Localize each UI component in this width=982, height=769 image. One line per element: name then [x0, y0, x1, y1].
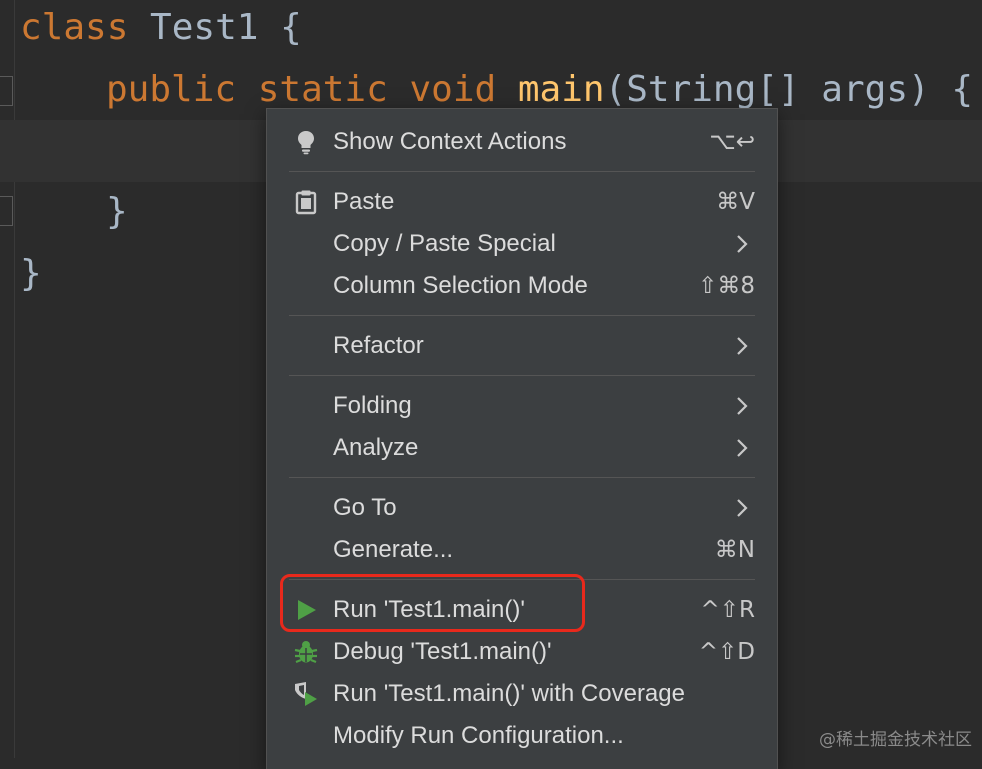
menu-item-debug[interactable]: Debug 'Test1.main()' ^⇧D	[267, 631, 777, 673]
red-highlight-annotation	[280, 574, 585, 632]
menu-item-generate[interactable]: Generate... ⌘N	[267, 529, 777, 571]
method-name: main	[518, 69, 605, 110]
menu-item-shortcut: ⌘N	[715, 535, 755, 565]
debug-bug-icon	[293, 639, 319, 665]
code-line-close-method[interactable]: }	[106, 192, 128, 232]
menu-item-shortcut: ⇧⌘8	[698, 271, 755, 301]
menu-item-show-context-actions[interactable]: Show Context Actions ⌥↩	[267, 121, 777, 163]
menu-separator	[289, 171, 755, 172]
menu-item-label: Copy / Paste Special	[333, 229, 556, 259]
menu-item-label: Run 'Test1.main()' with Coverage	[333, 679, 685, 709]
keyword-void: void	[409, 69, 496, 110]
menu-item-shortcut: ⌥↩	[709, 127, 755, 157]
menu-item-label: Folding	[333, 391, 412, 421]
menu-item-modify-run-configuration[interactable]: Modify Run Configuration...	[267, 715, 777, 757]
keyword-static: static	[258, 69, 388, 110]
keyword-class: class	[20, 7, 128, 48]
menu-item-label: Column Selection Mode	[333, 271, 588, 301]
chevron-right-icon	[731, 497, 753, 519]
lightbulb-icon	[293, 129, 319, 155]
gutter-line	[14, 0, 15, 758]
menu-item-folding[interactable]: Folding	[267, 385, 777, 427]
menu-item-run-with-coverage[interactable]: Run 'Test1.main()' with Coverage	[267, 673, 777, 715]
menu-item-label: Generate...	[333, 535, 453, 565]
menu-item-shortcut: ⌘V	[716, 187, 755, 217]
menu-item-column-selection-mode[interactable]: Column Selection Mode ⇧⌘8	[267, 265, 777, 307]
menu-item-label: Modify Run Configuration...	[333, 721, 624, 751]
menu-item-paste[interactable]: Paste ⌘V	[267, 181, 777, 223]
code-line-class[interactable]: class Test1 {	[20, 8, 302, 48]
menu-separator	[289, 477, 755, 478]
code-line-close-class[interactable]: }	[20, 254, 42, 294]
context-menu: Show Context Actions ⌥↩ Paste ⌘V Copy / …	[266, 108, 778, 769]
menu-item-go-to[interactable]: Go To	[267, 487, 777, 529]
code-line-main[interactable]: public static void main(String[] args) {	[106, 70, 973, 110]
chevron-right-icon	[731, 437, 753, 459]
clipboard-icon	[293, 189, 319, 215]
keyword-public: public	[106, 69, 236, 110]
menu-item-label: Debug 'Test1.main()'	[333, 637, 552, 667]
class-name: Test1 {	[128, 7, 301, 48]
menu-item-analyze[interactable]: Analyze	[267, 427, 777, 469]
menu-separator	[289, 375, 755, 376]
menu-item-shortcut: ^⇧R	[700, 595, 755, 625]
menu-item-copy-paste-special[interactable]: Copy / Paste Special	[267, 223, 777, 265]
menu-item-label: Show Context Actions	[333, 127, 566, 157]
menu-item-label: Analyze	[333, 433, 418, 463]
menu-separator	[289, 315, 755, 316]
chevron-right-icon	[731, 233, 753, 255]
menu-item-refactor[interactable]: Refactor	[267, 325, 777, 367]
coverage-icon	[293, 681, 319, 707]
method-signature: (String[] args) {	[605, 69, 973, 110]
menu-item-shortcut: ^⇧D	[699, 637, 755, 667]
chevron-right-icon	[731, 335, 753, 357]
chevron-right-icon	[731, 395, 753, 417]
fold-marker-method[interactable]	[0, 76, 13, 106]
fold-marker-method-end[interactable]	[0, 196, 13, 226]
menu-item-label: Paste	[333, 187, 394, 217]
menu-item-label: Refactor	[333, 331, 424, 361]
watermark: @稀土掘金技术社区	[819, 725, 972, 750]
menu-item-label: Go To	[333, 493, 397, 523]
